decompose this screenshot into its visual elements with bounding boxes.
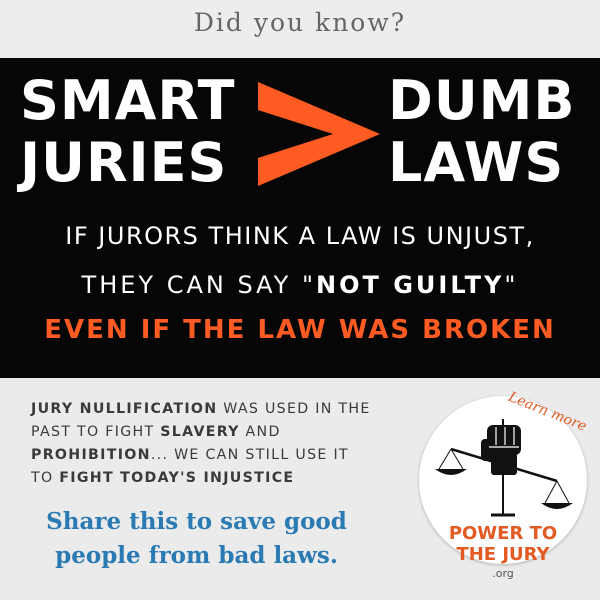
share-call-to-action: Share this to save good people from bad …: [24, 505, 369, 573]
greater-than-icon: [258, 82, 380, 186]
share-line-1: Share this to save good: [46, 508, 347, 535]
badge-title-line-2: THE JURY: [456, 544, 550, 565]
headline-left: SMART JURIES: [20, 70, 260, 194]
headline-laws: LAWS: [388, 131, 565, 194]
headline-dumb: DUMB: [388, 69, 576, 132]
headline-juries: JURIES: [20, 131, 228, 194]
power-to-the-jury-badge[interactable]: Learn more POWER TO THE JURY .org: [417, 389, 595, 594]
para-jury-nullification: JURY NULLIFICATION: [31, 401, 218, 417]
message-line-2: THEY CAN SAY "NOT GUILTY": [0, 271, 600, 299]
headline-smart: SMART: [20, 69, 236, 132]
para-prohibition: PROHIBITION: [31, 447, 151, 463]
badge-title-line-1: POWER TO: [448, 523, 558, 544]
message-line-2-suffix: ": [504, 271, 519, 299]
message-line-1: IF JURORS THINK A LAW IS UNJUST,: [65, 222, 535, 250]
not-guilty-text: NOT GUILTY: [316, 271, 505, 299]
share-line-2: people from bad laws.: [55, 542, 338, 569]
para-text-2: AND: [239, 424, 281, 440]
badge-org: .org: [492, 567, 514, 580]
badge-title: POWER TO THE JURY: [417, 523, 589, 565]
message-line-2-prefix: THEY CAN SAY ": [81, 271, 317, 299]
message-line-3: EVEN IF THE LAW WAS BROKEN: [44, 315, 556, 345]
history-paragraph: JURY NULLIFICATION WAS USED IN THE PAST …: [31, 398, 371, 490]
headline-right: DUMB LAWS: [388, 70, 593, 194]
para-fight-injustice: FIGHT TODAY'S INJUSTICE: [59, 470, 295, 486]
did-you-know-heading: Did you know?: [193, 8, 407, 37]
para-slavery: SLAVERY: [160, 424, 240, 440]
